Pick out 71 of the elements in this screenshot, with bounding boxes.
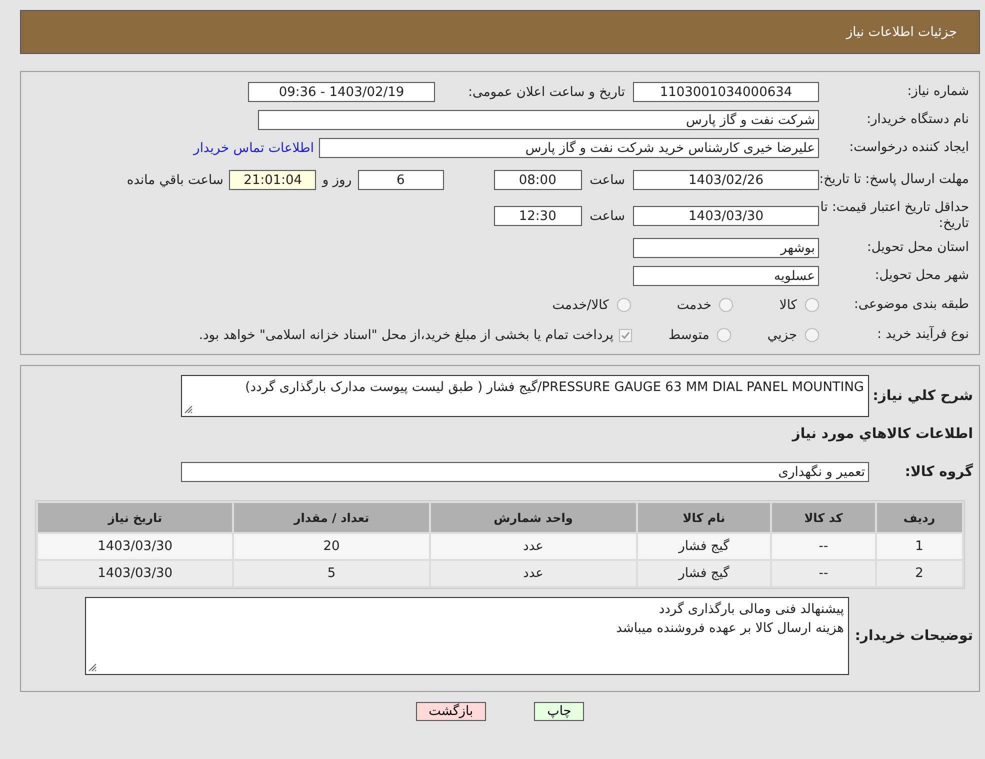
- province-field[interactable]: بوشهر: [633, 238, 819, 258]
- table-cell: 20: [234, 534, 429, 559]
- field-label: نام دستگاه خریدار:: [866, 112, 969, 128]
- date-field[interactable]: 1403/03/30: [633, 206, 819, 226]
- section-heading: اطلاعات كالاهاي مورد نياز: [792, 426, 973, 442]
- announce-date-field[interactable]: 1403/02/19 - 09:36: [248, 82, 435, 102]
- print-button[interactable]: چاپ: [534, 702, 584, 721]
- column-header: واحد شمارش: [430, 503, 636, 532]
- table-cell: گیج فشار: [638, 561, 770, 586]
- radio-button[interactable]: [805, 298, 819, 312]
- treasury-text: پرداخت تمام یا بخشی از مبلغ خرید،از محل "اسناد خزانه اسلامی" خواهد بود.: [198, 328, 614, 342]
- time-field[interactable]: 12:30: [494, 206, 582, 226]
- column-header: کد کالا: [772, 503, 875, 532]
- table-cell: 5: [234, 561, 429, 586]
- field-label: تاریخ و ساعت اعلان عمومی:: [467, 84, 625, 100]
- column-header: رديف: [876, 503, 962, 532]
- field-label: نوع فرآیند خرید :: [876, 327, 969, 343]
- remaining-time-field: 21:01:04: [229, 170, 316, 190]
- field-label: شهر محل تحویل:: [874, 268, 969, 284]
- option-label: کالا: [779, 298, 797, 312]
- table-cell: 1: [876, 534, 962, 559]
- back-button[interactable]: بازگشت: [416, 702, 486, 721]
- table-cell: گیج فشار: [638, 534, 770, 559]
- page-title: جزئیات اطلاعات نیاز: [846, 24, 957, 40]
- time-field[interactable]: 08:00: [494, 170, 582, 190]
- table-cell: 1403/03/30: [38, 561, 232, 586]
- option-label: خدمت: [676, 298, 712, 312]
- radio-button[interactable]: [717, 328, 732, 342]
- creator-field[interactable]: علیرضا خیری کارشناس خرید شرکت نفت و گاز پارس: [319, 138, 819, 158]
- field-label: ایجاد کننده درخواست:: [848, 140, 969, 156]
- time-label: ساعت: [590, 208, 625, 224]
- table-cell: --: [772, 534, 875, 559]
- note-line: پیشنهالد فنی ومالی بارگذاری گردد: [658, 600, 844, 619]
- city-field[interactable]: عسلویه: [633, 266, 819, 286]
- need-number-field[interactable]: 1103001034000634: [633, 82, 819, 102]
- table-cell: --: [772, 561, 875, 586]
- field-label: طبقه بندی موضوعی:: [852, 297, 969, 313]
- table-cell: 1403/03/30: [38, 534, 232, 559]
- resize-grip-icon[interactable]: [88, 663, 97, 672]
- goods-group-field[interactable]: تعمیر و نگهداری: [181, 462, 869, 482]
- table-cell: عدد: [430, 534, 636, 559]
- field-label: مهلت ارسال پاسخ: تا تاریخ:: [819, 172, 969, 188]
- buyer-notes-area[interactable]: پیشنهالد فنی ومالی بارگذاری گردد هزینه ارسال کالا بر عهده فروشنده میباشد: [85, 597, 849, 675]
- checkbox[interactable]: [619, 328, 632, 342]
- radio-button[interactable]: [616, 298, 631, 312]
- field-label: توضیحات خریدار:: [854, 628, 973, 644]
- field-label: شرح كلي نياز:: [872, 388, 973, 404]
- resize-grip-icon[interactable]: [184, 405, 193, 414]
- column-header: تاریخ نیاز: [38, 503, 232, 532]
- column-header: تعداد / مقدار: [234, 503, 429, 532]
- column-header: نام کالا: [638, 503, 770, 532]
- field-label: گروه کالا:: [904, 464, 973, 480]
- date-field[interactable]: 1403/02/26: [633, 170, 819, 190]
- field-label: استان محل تحویل:: [866, 240, 969, 256]
- option-label: متوسط: [668, 328, 710, 342]
- table-cell: 2: [876, 561, 962, 586]
- remaining-label: ساعت باقي مانده: [126, 172, 224, 188]
- table-cell: عدد: [430, 561, 636, 586]
- radio-button[interactable]: [805, 328, 819, 342]
- time-label: ساعت: [590, 172, 625, 188]
- radio-button[interactable]: [719, 298, 734, 312]
- buyer-org-field[interactable]: شرکت نفت و گاز پارس: [258, 110, 819, 130]
- field-label: حداقل تاریخ اعتبار قیمت: تا تاریخ:: [819, 200, 969, 232]
- days-field[interactable]: 6: [358, 170, 444, 190]
- days-label: روز و: [322, 172, 352, 188]
- option-label: جزيي: [767, 328, 797, 342]
- buyer-contact-link[interactable]: اطلاعات تماس خریدار: [194, 140, 314, 156]
- field-label: شماره نیاز:: [906, 84, 969, 100]
- description-area[interactable]: PRESSURE GAUGE 63 MM DIAL PANEL MOUNTING/گیج فشار ( طبق لیست پیوست مدارک بارگذاری گردد): [181, 375, 869, 417]
- note-line: هزینه ارسال کالا بر عهده فروشنده میباشد: [615, 620, 844, 638]
- option-label: کالا/خدمت: [552, 298, 609, 312]
